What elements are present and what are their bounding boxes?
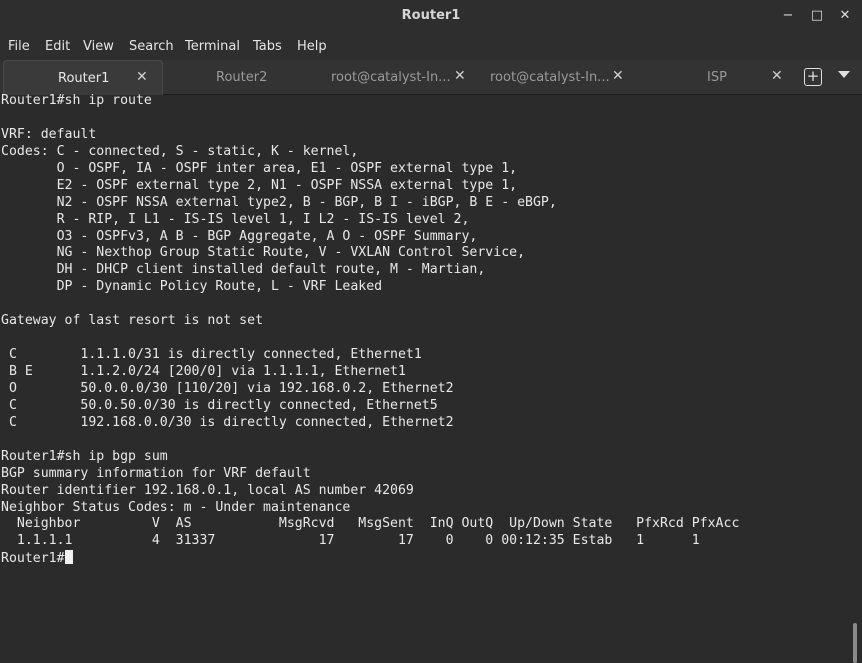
terminal-line: Codes: C - connected, S - static, K - ke… bbox=[1, 143, 359, 159]
tab-close-icon[interactable]: ✕ bbox=[612, 68, 624, 84]
tab-isp[interactable]: ISP ✕ bbox=[640, 60, 796, 94]
terminal-line: O - OSPF, IA - OSPF inter area, E1 - OSP… bbox=[1, 160, 518, 176]
tab-router1[interactable]: Router1 ✕ bbox=[3, 60, 163, 95]
tab-close-icon[interactable]: ✕ bbox=[136, 69, 148, 85]
tab-bar: Router1 ✕ Router2 root@catalyst-In... ✕ … bbox=[0, 60, 862, 95]
terminal-output[interactable]: Router1#sh ip route VRF: default Codes: C … bbox=[0, 93, 862, 663]
terminal-line: Router identifier 192.168.0.1, local AS … bbox=[1, 482, 414, 498]
terminal-line: R - RIP, I L1 - IS-IS level 1, I L2 - IS… bbox=[1, 211, 470, 227]
scrollbar[interactable] bbox=[853, 623, 857, 663]
terminal-prompt-line[interactable]: Router1# bbox=[1, 550, 739, 567]
menu-bar: File Edit View Search Terminal Tabs Help bbox=[0, 34, 862, 60]
terminal-line: O 50.0.0.0/30 [110/20] via 192.168.0.2, … bbox=[1, 380, 454, 396]
menu-search[interactable]: Search bbox=[129, 39, 174, 54]
terminal-line: BGP summary information for VRF default bbox=[1, 465, 311, 481]
terminal-line: N2 - OSPF NSSA external type2, B - BGP, … bbox=[1, 194, 557, 210]
terminal-line: VRF: default bbox=[1, 126, 97, 142]
terminal-line: C 1.1.1.0/31 is directly connected, Ethe… bbox=[1, 347, 422, 363]
menu-view[interactable]: View bbox=[83, 39, 114, 54]
terminal-line: Neighbor V AS MsgRcvd MsgSent InQ OutQ U… bbox=[1, 516, 740, 532]
tab-catalyst-1[interactable]: root@catalyst-In... ✕ bbox=[322, 60, 480, 94]
tab-router2[interactable]: Router2 bbox=[162, 60, 322, 94]
tab-label: root@catalyst-In... bbox=[331, 70, 451, 85]
tab-catalyst-2[interactable]: root@catalyst-In... ✕ bbox=[480, 60, 640, 94]
menu-tabs[interactable]: Tabs bbox=[253, 39, 282, 54]
terminal-line: C 50.0.50.0/30 is directly connected, Et… bbox=[1, 397, 438, 413]
terminal-line: 1.1.1.1 4 31337 17 17 0 0 00:12:35 Estab… bbox=[1, 533, 700, 549]
minimize-icon[interactable]: − bbox=[779, 7, 797, 25]
tab-label: Router2 bbox=[216, 70, 268, 85]
terminal-lines: Router1#sh ip route VRF: default Codes: C … bbox=[1, 93, 739, 567]
terminal-line: Neighbor Status Codes: m - Under mainten… bbox=[1, 499, 351, 515]
terminal-line: NG - Nexthop Group Static Route, V - VXL… bbox=[1, 245, 526, 261]
menu-help[interactable]: Help bbox=[297, 39, 327, 54]
cursor bbox=[64, 550, 73, 565]
menu-edit[interactable]: Edit bbox=[45, 39, 70, 54]
menu-file[interactable]: File bbox=[8, 39, 30, 54]
terminal-prompt: Router1# bbox=[1, 551, 65, 567]
terminal-line: O3 - OSPFv3, A B - BGP Aggregate, A O - … bbox=[1, 228, 478, 244]
terminal-line: DH - DHCP client installed default route… bbox=[1, 262, 486, 278]
terminal-line: DP - Dynamic Policy Route, L - VRF Leake… bbox=[1, 279, 383, 295]
title-bar: Router1 − □ ✕ bbox=[0, 0, 862, 34]
window-title: Router1 bbox=[401, 8, 461, 23]
terminal-line: Router1#sh ip route bbox=[1, 93, 152, 108]
terminal-line: C 192.168.0.0/30 is directly connected, … bbox=[1, 414, 454, 430]
terminal-line: B E 1.1.2.0/24 [200/0] via 1.1.1.1, Ethe… bbox=[1, 364, 406, 379]
tab-label: root@catalyst-In... bbox=[490, 70, 610, 85]
menu-terminal[interactable]: Terminal bbox=[185, 39, 240, 54]
tab-close-icon[interactable]: ✕ bbox=[771, 68, 783, 84]
terminal-line: Gateway of last resort is not set bbox=[1, 313, 264, 329]
tab-label: ISP bbox=[707, 70, 727, 85]
terminal-line: Router1#sh ip bgp sum bbox=[1, 448, 168, 464]
tab-close-icon[interactable]: ✕ bbox=[454, 68, 466, 84]
close-icon[interactable]: ✕ bbox=[836, 7, 854, 25]
terminal-line: E2 - OSPF external type 2, N1 - OSPF NSS… bbox=[1, 177, 518, 193]
chevron-down-icon[interactable] bbox=[838, 71, 850, 78]
tab-label: Router1 bbox=[58, 71, 110, 86]
new-tab-icon[interactable]: + bbox=[804, 68, 822, 86]
maximize-icon[interactable]: □ bbox=[808, 7, 826, 25]
